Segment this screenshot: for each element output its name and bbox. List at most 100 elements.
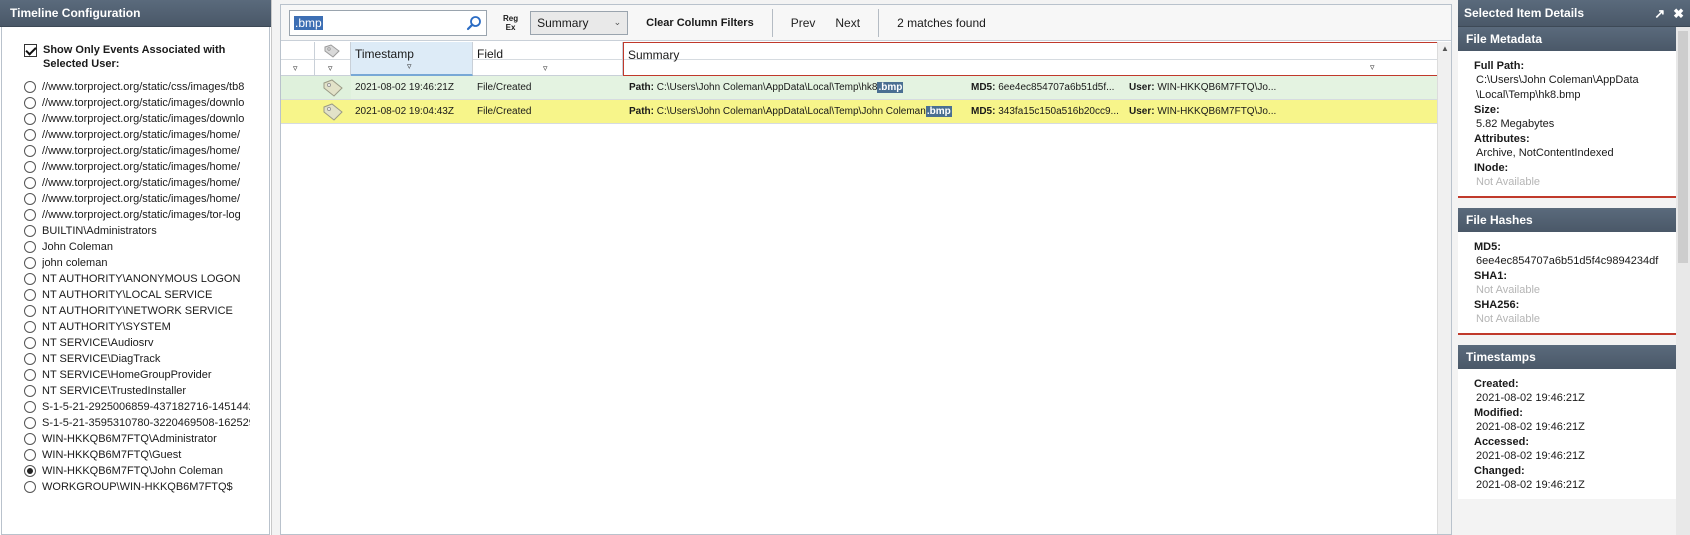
filter-icon[interactable]: ▿ xyxy=(293,63,298,74)
show-only-user-checkbox-row[interactable]: Show Only Events Associated with Selecte… xyxy=(24,43,269,71)
radio-button[interactable] xyxy=(24,161,36,173)
radio-button[interactable] xyxy=(24,305,36,317)
radio-button[interactable] xyxy=(24,481,36,493)
prev-button[interactable]: Prev xyxy=(781,16,826,30)
user-cell: User: WIN-HKKQB6M7FTQ\Jo... xyxy=(1129,106,1276,117)
full-path-value-line1: C:\Users\John Coleman\AppData xyxy=(1476,74,1639,86)
radio-button[interactable] xyxy=(24,385,36,397)
radio-button[interactable] xyxy=(24,337,36,349)
user-radio-item[interactable]: S-1-5-21-2925006859-437182716-1451442 xyxy=(24,399,269,415)
user-radio-label: NT SERVICE\TrustedInstaller xyxy=(42,385,187,397)
details-scrollbar[interactable] xyxy=(1676,27,1690,535)
user-radio-item[interactable]: NT AUTHORITY\ANONYMOUS LOGON xyxy=(24,271,269,287)
user-label: User: xyxy=(1129,106,1155,117)
radio-button[interactable] xyxy=(24,241,36,253)
filter-icon[interactable]: ▿ xyxy=(407,61,412,72)
radio-button[interactable] xyxy=(24,193,36,205)
user-radio-item[interactable]: //www.torproject.org/static/images/home/ xyxy=(24,191,269,207)
show-only-user-checkbox[interactable] xyxy=(24,44,37,57)
user-radio-item[interactable]: //www.torproject.org/static/images/downl… xyxy=(24,111,269,127)
user-radio-item[interactable]: BUILTIN\Administrators xyxy=(24,223,269,239)
user-radio-item[interactable]: john coleman xyxy=(24,255,269,271)
column-select[interactable]: Summary ⌄ xyxy=(530,10,629,35)
scroll-up-icon[interactable]: ▲ xyxy=(1441,44,1449,53)
user-radio-item[interactable]: WIN-HKKQB6M7FTQ\Guest xyxy=(24,447,269,463)
attributes-label: Attributes: xyxy=(1474,133,1530,145)
user-radio-item[interactable]: NT SERVICE\Audiosrv xyxy=(24,335,269,351)
table-row[interactable]: 2021-08-02 19:46:21Z File/Created Path: C:… xyxy=(281,76,1439,100)
tag-icon[interactable] xyxy=(315,100,351,123)
user-radio-item[interactable]: //www.torproject.org/static/images/downl… xyxy=(24,95,269,111)
radio-button[interactable] xyxy=(24,257,36,269)
user-radio-item[interactable]: NT SERVICE\TrustedInstaller xyxy=(24,383,269,399)
filter-icon[interactable]: ▿ xyxy=(1370,62,1375,73)
timeline-grid-panel: .bmp Reg Ex Summary ⌄ Clear Column Filte… xyxy=(280,4,1452,535)
user-radio-label: //www.torproject.org/static/images/home/ xyxy=(42,161,241,173)
user-radio-item[interactable]: NT AUTHORITY\NETWORK SERVICE xyxy=(24,303,269,319)
grid-vertical-scrollbar[interactable]: ▲ xyxy=(1437,42,1451,534)
file-metadata-section: Full Path: C:\Users\John Coleman\AppData… xyxy=(1458,51,1676,198)
changed-value: 2021-08-02 19:46:21Z xyxy=(1476,479,1585,491)
user-radio-item[interactable]: NT SERVICE\HomeGroupProvider xyxy=(24,367,269,383)
user-radio-item[interactable]: //www.torproject.org/static/css/images/t… xyxy=(24,79,269,95)
radio-button[interactable] xyxy=(24,273,36,285)
user-radio-item[interactable]: //www.torproject.org/static/images/home/ xyxy=(24,175,269,191)
radio-button[interactable] xyxy=(24,433,36,445)
size-value: 5.82 Megabytes xyxy=(1476,118,1555,130)
column-header-summary[interactable]: Summary ▿ xyxy=(623,42,1439,76)
user-radio-label: WIN-HKKQB6M7FTQ\Administrator xyxy=(42,433,217,445)
radio-button[interactable] xyxy=(24,289,36,301)
user-radio-item[interactable]: WORKGROUP\WIN-HKKQB6M7FTQ$ xyxy=(24,479,269,495)
user-radio-item[interactable]: //www.torproject.org/static/images/home/ xyxy=(24,159,269,175)
user-radio-item[interactable]: WIN-HKKQB6M7FTQ\John Coleman xyxy=(24,463,269,479)
radio-button[interactable] xyxy=(24,129,36,141)
radio-button[interactable] xyxy=(24,209,36,221)
radio-button[interactable] xyxy=(24,417,36,429)
full-path-value-line2: \Local\Temp\hk8.bmp xyxy=(1476,89,1581,101)
next-button[interactable]: Next xyxy=(825,16,870,30)
table-row[interactable]: 2021-08-02 19:04:43Z File/Created Path: C:… xyxy=(281,100,1439,124)
radio-button[interactable] xyxy=(24,81,36,93)
search-icon[interactable] xyxy=(466,15,482,31)
radio-button[interactable] xyxy=(24,321,36,333)
radio-button[interactable] xyxy=(24,177,36,189)
modified-label: Modified: xyxy=(1474,407,1523,419)
regex-toggle-button[interactable]: Reg Ex xyxy=(503,14,518,32)
radio-button[interactable] xyxy=(24,97,36,109)
user-radio-label: //www.torproject.org/static/images/downl… xyxy=(42,113,245,125)
user-radio-item[interactable]: S-1-5-21-3595310780-3220469508-162529 xyxy=(24,415,269,431)
file-metadata-header[interactable]: File Metadata xyxy=(1458,27,1676,51)
filter-icon[interactable]: ▿ xyxy=(543,63,548,74)
radio-button[interactable] xyxy=(24,401,36,413)
user-radio-item[interactable]: //www.torproject.org/static/images/home/ xyxy=(24,127,269,143)
row-lead-cell xyxy=(281,100,315,123)
user-radio-item[interactable]: NT AUTHORITY\LOCAL SERVICE xyxy=(24,287,269,303)
close-icon[interactable]: ✖ xyxy=(1673,0,1684,27)
md5-label: MD5: xyxy=(1474,241,1501,253)
search-input[interactable]: .bmp xyxy=(289,9,487,36)
clear-column-filters-button[interactable]: Clear Column Filters xyxy=(628,17,764,29)
popout-icon[interactable]: ↗ xyxy=(1654,0,1665,27)
column-header-field[interactable]: Field ▿ xyxy=(473,42,623,76)
path-label: Path: xyxy=(629,82,654,93)
radio-button[interactable] xyxy=(24,369,36,381)
radio-button[interactable] xyxy=(24,145,36,157)
filter-icon[interactable]: ▿ xyxy=(328,63,333,74)
user-radio-item[interactable]: //www.torproject.org/static/images/home/ xyxy=(24,143,269,159)
radio-button[interactable] xyxy=(24,353,36,365)
radio-button[interactable] xyxy=(24,113,36,125)
user-radio-item[interactable]: WIN-HKKQB6M7FTQ\Administrator xyxy=(24,431,269,447)
scrollbar-thumb[interactable] xyxy=(1678,31,1688,263)
tag-icon[interactable] xyxy=(315,76,351,99)
user-radio-item[interactable]: NT SERVICE\DiagTrack xyxy=(24,351,269,367)
radio-button[interactable] xyxy=(24,225,36,237)
radio-button[interactable] xyxy=(24,449,36,461)
timestamps-header[interactable]: Timestamps xyxy=(1458,345,1676,369)
user-radio-item[interactable]: //www.torproject.org/static/images/tor-l… xyxy=(24,207,269,223)
radio-button[interactable] xyxy=(24,465,36,477)
user-radio-item[interactable]: John Coleman xyxy=(24,239,269,255)
user-radio-item[interactable]: NT AUTHORITY\SYSTEM xyxy=(24,319,269,335)
file-hashes-header[interactable]: File Hashes xyxy=(1458,208,1676,232)
column-header-timestamp[interactable]: Timestamp ▿ xyxy=(351,42,473,76)
